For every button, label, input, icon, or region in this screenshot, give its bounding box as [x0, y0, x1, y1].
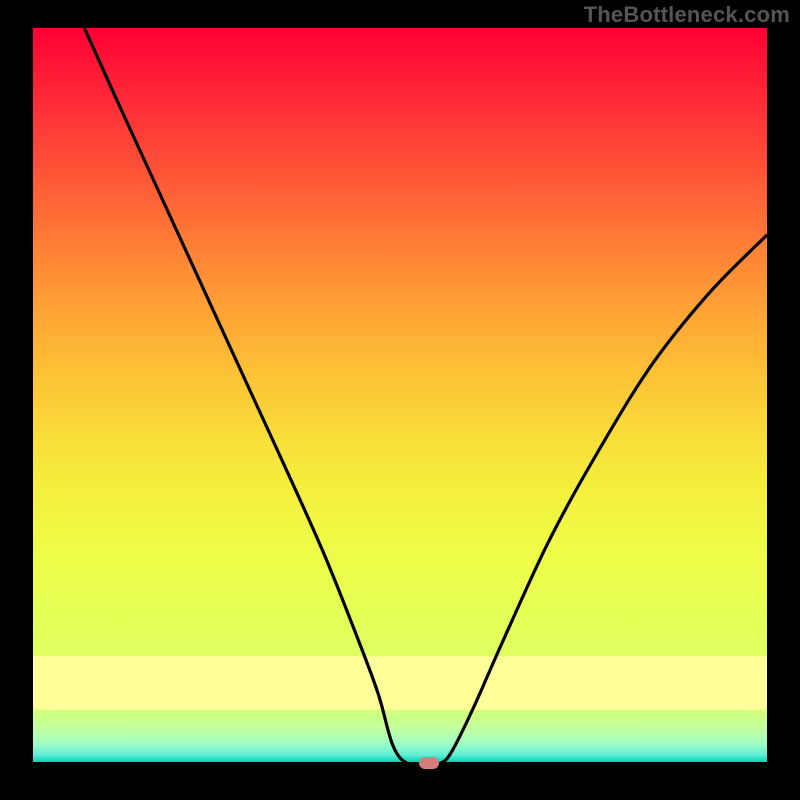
plot-area [33, 28, 767, 767]
bottleneck-curve [33, 28, 767, 767]
chart-container: TheBottleneck.com [0, 0, 800, 800]
attribution-label: TheBottleneck.com [584, 2, 790, 28]
sweet-spot-marker [419, 757, 439, 769]
